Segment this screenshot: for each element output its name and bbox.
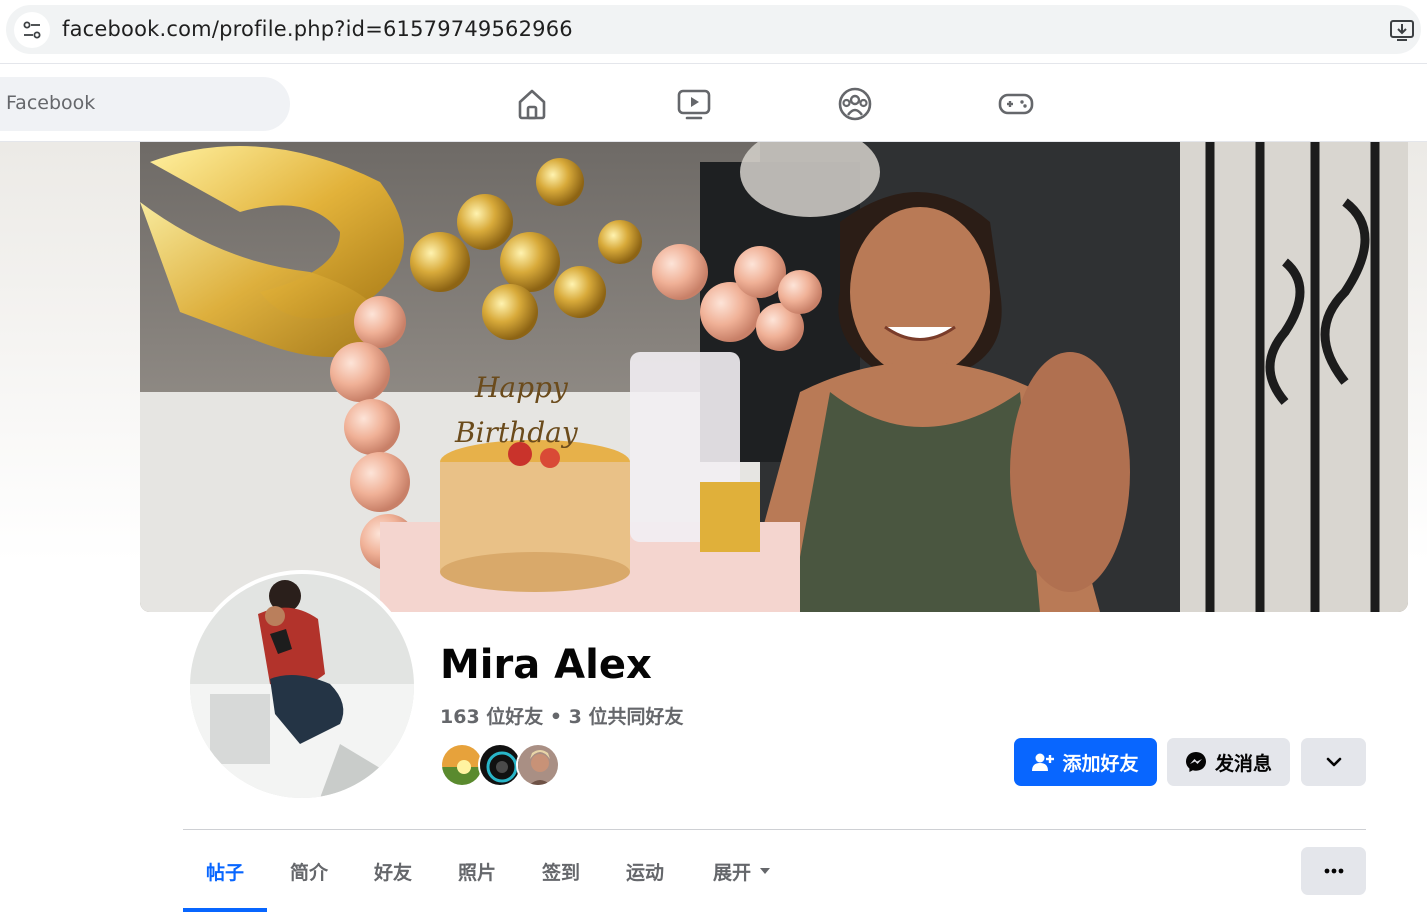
tab-sports[interactable]: 运动 <box>603 830 687 912</box>
tab-friends[interactable]: 好友 <box>351 830 435 912</box>
messenger-icon <box>1185 752 1206 772</box>
search-input[interactable]: Facebook <box>0 77 290 131</box>
profile-options-button[interactable] <box>1301 738 1366 786</box>
search-placeholder: Facebook <box>6 92 96 114</box>
message-label: 发消息 <box>1214 752 1272 775</box>
add-friend-icon <box>1032 753 1055 771</box>
url-text[interactable]: facebook.com/profile.php?id=615797495629… <box>62 17 573 41</box>
address-bar[interactable]: facebook.com/profile.php?id=615797495629… <box>6 5 1421 54</box>
cake-topper-text-2: Birthday <box>454 416 579 449</box>
site-info-icon[interactable] <box>14 12 50 48</box>
profile-name: Mira Alex <box>440 642 652 688</box>
facebook-top-nav: Facebook <box>0 65 1427 142</box>
tab-more[interactable]: 展开 <box>687 830 797 912</box>
home-icon[interactable] <box>513 85 551 123</box>
tab-posts-label: 帖子 <box>205 861 244 884</box>
cake-topper-text-1: Happy <box>474 371 569 404</box>
groups-icon[interactable] <box>836 85 874 123</box>
tab-posts[interactable]: 帖子 <box>183 830 267 912</box>
browser-toolbar: facebook.com/profile.php?id=615797495629… <box>0 0 1427 64</box>
tab-photos[interactable]: 照片 <box>435 830 519 912</box>
gaming-icon[interactable] <box>997 85 1035 123</box>
install-app-icon[interactable] <box>1389 17 1415 43</box>
profile-picture <box>190 574 414 798</box>
tab-about[interactable]: 简介 <box>267 830 351 912</box>
add-friend-label: 添加好友 <box>1062 752 1139 775</box>
tab-about-label: 简介 <box>289 861 328 884</box>
tab-friends-label: 好友 <box>373 861 412 884</box>
tab-more-label: 展开 <box>712 861 751 884</box>
active-tab-indicator <box>183 908 267 912</box>
add-friend-button[interactable]: 添加好友 <box>1014 738 1157 786</box>
friends-count[interactable]: 163 位好友 • 3 位共同好友 <box>440 702 683 729</box>
message-button[interactable]: 发消息 <box>1167 738 1290 786</box>
tab-checkins-label: 签到 <box>541 861 580 884</box>
mutual-friend-avatar[interactable] <box>516 743 560 787</box>
more-dots-icon <box>1324 868 1343 874</box>
profile-more-actions-button[interactable] <box>1301 847 1366 895</box>
chevron-down-icon <box>1326 757 1341 767</box>
tab-checkins[interactable]: 签到 <box>519 830 603 912</box>
profile-avatar[interactable] <box>186 570 418 802</box>
tab-sports-label: 运动 <box>625 861 664 884</box>
video-icon[interactable] <box>675 85 713 123</box>
tab-photos-label: 照片 <box>457 861 496 884</box>
caret-down-icon <box>760 868 770 874</box>
cover-photo[interactable]: Happy Birthday <box>140 142 1408 612</box>
